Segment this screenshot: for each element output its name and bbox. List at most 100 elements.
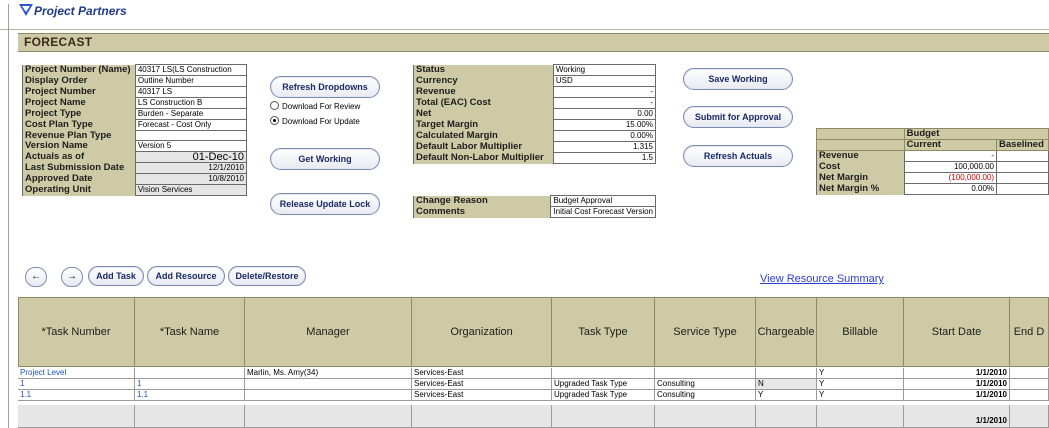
task-cell-r0-organization[interactable]: Services-East [412,368,552,379]
task-cell-r0-task-name[interactable] [135,368,245,379]
status-label: Status [413,64,554,76]
view-resource-summary-link[interactable]: View Resource Summary [760,273,884,285]
change-reason-value[interactable]: Budget Approval [550,195,656,207]
col-header-organization: Organization [412,297,552,367]
status-info-row: Total (EAC) Cost - [413,97,657,109]
submit-for-approval-button[interactable]: Submit for Approval [683,106,793,128]
task-cell-r2-manager[interactable] [245,390,412,401]
net-value[interactable]: 0.00 [552,108,657,120]
project-info-value-actuals-as-of[interactable]: 01-Dec-10 [134,151,248,164]
project-info-label-project-type: Project Type [22,108,136,120]
col-header-task-type: Task Type [552,297,655,367]
download-for-update-label: Download For Update [282,117,360,126]
task-cell-r2-billable[interactable]: Y [817,390,904,401]
change-info-row: Change Reason Budget Approval [412,195,656,207]
project-info-value-project-name[interactable]: LS Construction B [134,97,248,109]
save-working-button[interactable]: Save Working [683,68,793,90]
task-cell-r0-chargeable[interactable] [756,368,817,379]
col-header-billable: Billable [817,297,904,367]
budget-baselined-revenue [996,150,1049,162]
task-cell-r2-task-type[interactable]: Upgraded Task Type [552,390,655,401]
task-cell-r2-organization[interactable]: Services-East [412,390,552,401]
default-labor-multiplier-value[interactable]: 1.315 [552,141,657,153]
project-info-value-display-order[interactable]: Outline Number [134,75,248,87]
project-info-value-project-type[interactable]: Burden - Separate [134,108,248,120]
total-eac-cost-value[interactable]: - [552,97,657,109]
prev-arrow-button[interactable]: ← [25,267,47,287]
task-cell-r1-chargeable[interactable]: N [756,379,817,390]
task-cell-r1-organization[interactable]: Services-East [412,379,552,390]
task-cell-r0-end-d[interactable] [1010,368,1049,379]
project-info-value-operating-unit[interactable]: Vision Services [134,184,248,197]
release-update-lock-button[interactable]: Release Update Lock [270,193,380,215]
task-cell-r3-start-date[interactable]: 1/1/2010 [904,405,1010,428]
refresh-dropdowns-button[interactable]: Refresh Dropdowns [270,76,380,98]
refresh-actuals-button[interactable]: Refresh Actuals [683,145,793,167]
project-info-label-last-submission-date: Last Submission Date [22,162,136,174]
target-margin-value[interactable]: 15.00% [552,119,657,131]
add-resource-button[interactable]: Add Resource [147,266,225,286]
task-cell-r2-chargeable[interactable]: Y [756,390,817,401]
task-cell-r0-start-date[interactable]: 1/1/2010 [904,368,1010,379]
header-bar [0,0,1049,30]
task-cell-r2-task-name[interactable]: 1.1 [135,390,245,401]
change-info-table: Change Reason Budget Approval Comments Init… [412,195,656,218]
comments-value[interactable]: Initial Cost Forecast Version [550,206,656,218]
task-cell-r2-service-type[interactable]: Consulting [655,390,756,401]
task-cell-r0-manager[interactable]: Marlin, Ms. Amy(34) [245,368,412,379]
task-cell-r3-task-type[interactable] [552,405,655,428]
project-info-row: Project Name LS Construction B [22,97,248,109]
task-cell-r0-task-type[interactable] [552,368,655,379]
task-cell-r2-start-date[interactable]: 1/1/2010 [904,390,1010,401]
task-cell-r1-task-type[interactable]: Upgraded Task Type [552,379,655,390]
col-header-end-d: End D [1010,297,1049,367]
currency-value[interactable]: USD [552,75,657,87]
project-info-value-version-name[interactable]: Version 5 [134,140,248,153]
get-working-button[interactable]: Get Working [270,148,380,170]
project-info-label-project-number-name: Project Number (Name) [22,64,136,76]
task-cell-r1-billable[interactable]: Y [817,379,904,390]
delete-restore-button[interactable]: Delete/Restore [228,266,306,286]
project-info-row: Project Number 40317 LS [22,86,248,98]
project-info-value-project-number[interactable]: 40317 LS [134,86,248,98]
project-info-value-project-number-name[interactable]: 40317 LS(LS Construction [134,64,248,76]
project-info-value-approved-date[interactable]: 10/8/2010 [134,173,248,186]
task-cell-r3-chargeable[interactable] [756,405,817,428]
task-cell-r3-service-type[interactable] [655,405,756,428]
task-cell-r3-end-d[interactable] [1010,405,1049,428]
default-non-labor-multiplier-value[interactable]: 1.5 [552,152,657,164]
revenue-value[interactable]: - [552,86,657,98]
task-cell-r2-task-number[interactable]: 1.1 [18,390,135,401]
project-info-value-revenue-plan-type[interactable] [134,129,248,142]
download-for-update-radio[interactable]: Download For Update [270,116,360,126]
task-cell-r1-service-type[interactable]: Consulting [655,379,756,390]
task-cell-r2-end-d[interactable] [1010,390,1049,401]
status-value[interactable]: Working [552,64,657,76]
task-cell-r0-billable[interactable]: Y [817,368,904,379]
radio-dot-review[interactable] [270,101,279,110]
col-header-chargeable: Chargeable [756,297,817,367]
task-cell-r1-manager[interactable] [245,379,412,390]
task-cell-r3-manager[interactable] [245,405,412,428]
task-cell-r0-task-number[interactable]: Project Level [18,368,135,379]
task-cell-r3-organization[interactable] [412,405,552,428]
project-info-value-last-submission-date[interactable]: 12/1/2010 [134,162,248,175]
calculated-margin-value[interactable]: 0.00% [552,130,657,142]
task-cell-r1-task-name[interactable]: 1 [135,379,245,390]
next-arrow-button[interactable]: → [61,267,83,287]
project-info-value-cost-plan-type[interactable]: Forecast - Cost Only [134,119,248,131]
project-info-label-version-name: Version Name [22,140,136,152]
budget-label-cost: Cost [816,161,905,173]
task-cell-r3-task-name[interactable] [135,405,245,428]
task-cell-r0-service-type[interactable] [655,368,756,379]
task-cell-r3-task-number[interactable] [18,405,135,428]
frame-divider [8,4,9,428]
task-cell-r3-billable[interactable] [817,405,904,428]
budget-current-net-margin: (100,000.00) [903,172,998,184]
radio-dot-update[interactable] [270,116,279,125]
task-cell-r1-end-d[interactable] [1010,379,1049,390]
add-task-button[interactable]: Add Task [88,266,144,286]
download-for-review-radio[interactable]: Download For Review [270,101,360,111]
task-cell-r1-start-date[interactable]: 1/1/2010 [904,379,1010,390]
task-cell-r1-task-number[interactable]: 1 [18,379,135,390]
